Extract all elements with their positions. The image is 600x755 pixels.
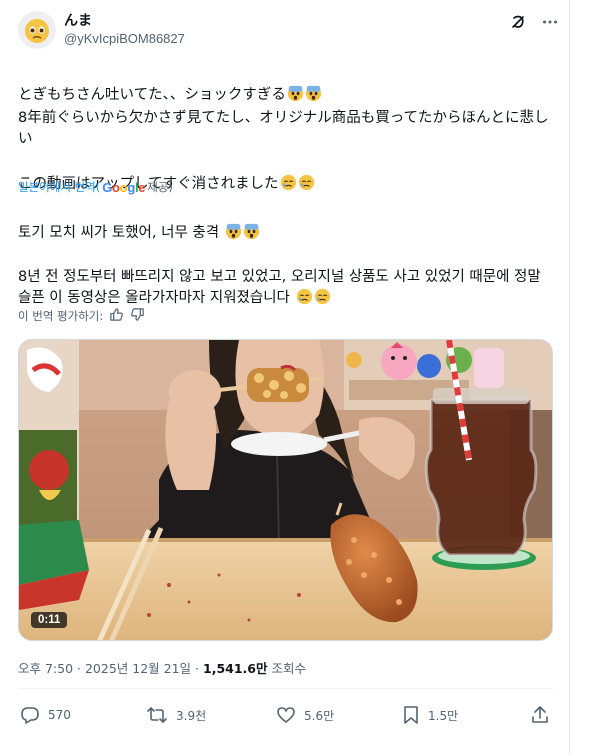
view-label: 조회수 xyxy=(267,661,306,676)
separator-dot: · xyxy=(195,661,203,676)
separator-dot: · xyxy=(77,661,85,676)
translation-prefix: 일본어에서 번역( xyxy=(18,180,101,194)
original-line-2: 8年前ぐらいから欠かさず見てたし、オリジナル商品も買ってたからほんとに悲しい xyxy=(18,110,549,147)
translated-line-2: 8년 전 정도부터 빠뜨리지 않고 보고 있었고, 오리지널 상품도 사고 있었… xyxy=(18,246,553,309)
fearful-emoji xyxy=(287,85,303,102)
thumbs-up-icon[interactable] xyxy=(109,307,124,325)
crying-emoji xyxy=(314,288,330,305)
divider xyxy=(18,688,553,689)
share-icon xyxy=(532,706,548,723)
original-line-1: とぎもちさん吐いてた、、ショックすぎる xyxy=(18,64,553,106)
video-duration: 0:11 xyxy=(31,612,68,628)
header-actions xyxy=(508,12,560,32)
original-text-1: とぎもちさん吐いてた、、ショックすぎる xyxy=(18,87,286,103)
bookmark-icon xyxy=(404,706,418,724)
more-icon[interactable] xyxy=(540,12,560,32)
tweet-date[interactable]: 2025년 12월 21일 xyxy=(85,661,191,676)
fearful-emoji xyxy=(225,223,241,240)
avatar-image xyxy=(18,11,56,49)
fearful-emoji xyxy=(305,85,321,102)
crying-emoji xyxy=(296,288,312,305)
repost-button[interactable]: 3.9천 xyxy=(146,705,206,725)
avatar[interactable] xyxy=(18,11,56,49)
crying-emoji xyxy=(298,174,314,191)
tweet-time[interactable]: 오후 7:50 xyxy=(18,661,73,676)
tweet-meta: 오후 7:50 · 2025년 12월 21일 · 1,541.6만 조회수 xyxy=(18,658,306,677)
view-count: 1,541.6만 xyxy=(203,661,268,676)
reply-button[interactable]: 570 xyxy=(20,705,71,725)
translated-line-1: 토기 모치 씨가 토했어, 너무 충격 xyxy=(18,202,553,244)
like-count: 5.6만 xyxy=(304,708,335,723)
crying-emoji xyxy=(280,174,296,191)
reply-count: 570 xyxy=(48,708,71,722)
google-letter: e xyxy=(138,179,146,195)
video-thumbnail xyxy=(19,340,552,640)
google-letter: g xyxy=(127,179,135,195)
rate-translation-label: 이 번역 평가하기: xyxy=(18,309,104,323)
bookmark-button[interactable]: 1.5만 xyxy=(402,705,458,725)
translated-text-1: 토기 모치 씨가 토했어, 너무 충격 xyxy=(18,225,220,241)
like-button[interactable]: 5.6만 xyxy=(276,705,334,725)
author-name[interactable]: んま xyxy=(64,10,92,30)
translation-source[interactable]: 일본어에서 번역( Google 제공) xyxy=(18,179,173,195)
translated-text-2: 8년 전 정도부터 빠뜨리지 않고 보고 있었고, 오리지널 상품도 사고 있었… xyxy=(18,269,541,306)
google-letter: G xyxy=(102,179,113,195)
translation-suffix: 제공) xyxy=(147,180,173,194)
reply-icon xyxy=(21,707,39,724)
share-button[interactable] xyxy=(530,705,550,725)
thumbs-down-icon[interactable] xyxy=(130,307,145,325)
like-icon xyxy=(277,707,295,723)
rate-translation: 이 번역 평가하기: xyxy=(18,307,145,325)
bookmark-count: 1.5만 xyxy=(428,708,459,723)
video-player[interactable]: 0:11 xyxy=(18,339,553,641)
grok-icon[interactable] xyxy=(508,12,528,32)
repost-count: 3.9천 xyxy=(176,708,207,723)
repost-icon xyxy=(147,707,167,723)
google-logo: Google xyxy=(102,180,145,195)
google-letter: o xyxy=(112,179,120,195)
author-handle[interactable]: @yKvIcpiBOM86827 xyxy=(64,31,185,46)
fearful-emoji xyxy=(243,223,259,240)
tweet-card: んま @yKvIcpiBOM86827 とぎもちさん吐いてた、、ショックすぎる … xyxy=(0,0,570,755)
action-bar: 570 3.9천 5.6만 1.5만 xyxy=(18,705,553,729)
